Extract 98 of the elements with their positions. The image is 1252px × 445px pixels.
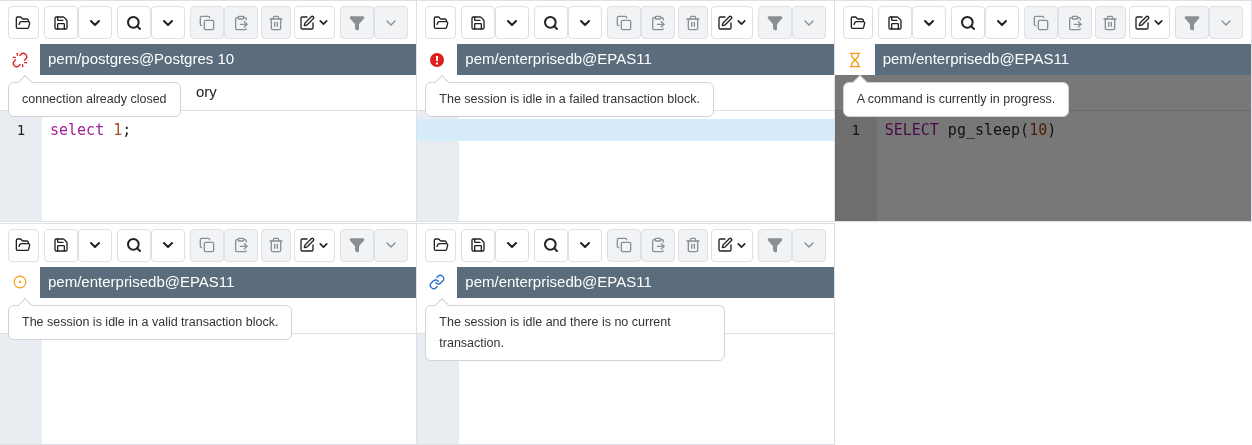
search-icon [125,237,142,253]
line-number: 1 [850,120,861,140]
line-number: 1 [15,120,27,140]
code-text: SELECT pg_sleep(10) [883,119,1057,141]
search-button[interactable] [951,6,986,39]
save-options-button[interactable] [494,6,529,39]
trash-icon [267,237,284,253]
filter-icon [1184,14,1200,31]
trash-icon [267,14,284,31]
search-button[interactable] [116,228,151,262]
search-options-button[interactable] [567,6,602,39]
search-options-button[interactable] [985,6,1020,39]
search-button[interactable] [116,6,151,39]
open-file-button[interactable] [425,6,456,39]
save-icon [887,14,904,31]
folder-icon [432,237,449,253]
save-button[interactable] [43,6,78,39]
open-file-button[interactable] [842,6,874,39]
open-file-button[interactable] [8,228,39,262]
filter-button[interactable] [340,228,375,262]
paste-icon [649,237,666,253]
filter-button[interactable] [757,228,792,262]
save-button[interactable] [460,228,495,262]
copy-icon [198,14,215,31]
filter-icon [349,14,366,31]
save-options-button[interactable] [912,6,947,39]
folder-icon [15,14,32,31]
delete-button[interactable] [1095,6,1126,39]
folder-icon [432,14,449,31]
folder-icon [849,14,866,31]
code-text: select 1; [49,119,132,141]
tab-label[interactable]: ory [196,81,217,104]
filter-icon [766,237,783,253]
paste-icon [232,237,249,253]
search-icon [125,14,142,31]
save-icon [469,14,486,31]
copy-icon [198,237,215,253]
paste-icon [649,14,666,31]
open-file-button[interactable] [8,6,39,39]
edit-icon [716,14,733,31]
tooltip: The session is idle in a valid transaction block. [8,304,293,340]
save-button[interactable] [460,6,495,39]
edit-button[interactable] [1128,6,1170,39]
search-icon [542,237,559,253]
tooltip: The session is idle and there is no current transaction. [425,304,726,361]
delete-button[interactable] [677,6,709,39]
paste-icon [232,14,249,31]
filter-button[interactable] [757,6,792,39]
tooltip: A command is currently in progress. [842,82,1070,117]
paste-button[interactable] [223,228,258,262]
open-file-button[interactable] [425,228,456,262]
filter-button[interactable] [340,6,375,39]
trash-icon [685,14,702,31]
edit-icon [716,237,733,253]
save-icon [52,237,69,253]
copy-icon [615,237,632,253]
copy-icon [1033,14,1050,31]
edit-icon [299,14,316,31]
copy-icon [615,14,632,31]
paste-button[interactable] [1058,6,1093,39]
connection-bar: pem/enterprisedb@EPAS11 [457,266,834,298]
folder-icon [15,237,32,253]
edit-button[interactable] [711,228,753,262]
search-options-button[interactable] [150,228,185,262]
save-options-button[interactable] [77,228,112,262]
connection-bar: pem/enterprisedb@EPAS11 [874,44,1251,75]
search-icon [960,14,977,31]
paste-button[interactable] [640,6,675,39]
connection-bar: pem/enterprisedb@EPAS11 [40,266,417,298]
save-button[interactable] [43,228,78,262]
search-icon [542,14,559,31]
save-icon [52,14,69,31]
search-options-button[interactable] [150,6,185,39]
connection-bar: pem/enterprisedb@EPAS11 [457,44,834,75]
filter-icon [349,237,366,253]
trash-icon [685,237,702,253]
edit-button[interactable] [294,228,336,262]
paste-button[interactable] [640,228,675,262]
filter-button[interactable] [1175,6,1209,39]
filter-icon [766,14,783,31]
save-options-button[interactable] [77,6,112,39]
paste-button[interactable] [223,6,258,39]
tooltip: connection already closed [8,82,181,117]
trash-icon [1102,14,1119,31]
paste-icon [1067,14,1084,31]
search-button[interactable] [533,228,568,262]
edit-icon [1133,14,1150,31]
search-button[interactable] [533,6,568,39]
save-options-button[interactable] [494,228,529,262]
search-options-button[interactable] [567,228,602,262]
save-button[interactable] [878,6,913,39]
edit-button[interactable] [294,6,336,39]
connection-bar: pem/postgres@Postgres 10 [40,44,417,75]
edit-icon [299,237,316,253]
tooltip: The session is idle in a failed transaction block. [425,82,714,117]
delete-button[interactable] [260,6,292,39]
edit-button[interactable] [711,6,753,39]
save-icon [469,237,486,253]
